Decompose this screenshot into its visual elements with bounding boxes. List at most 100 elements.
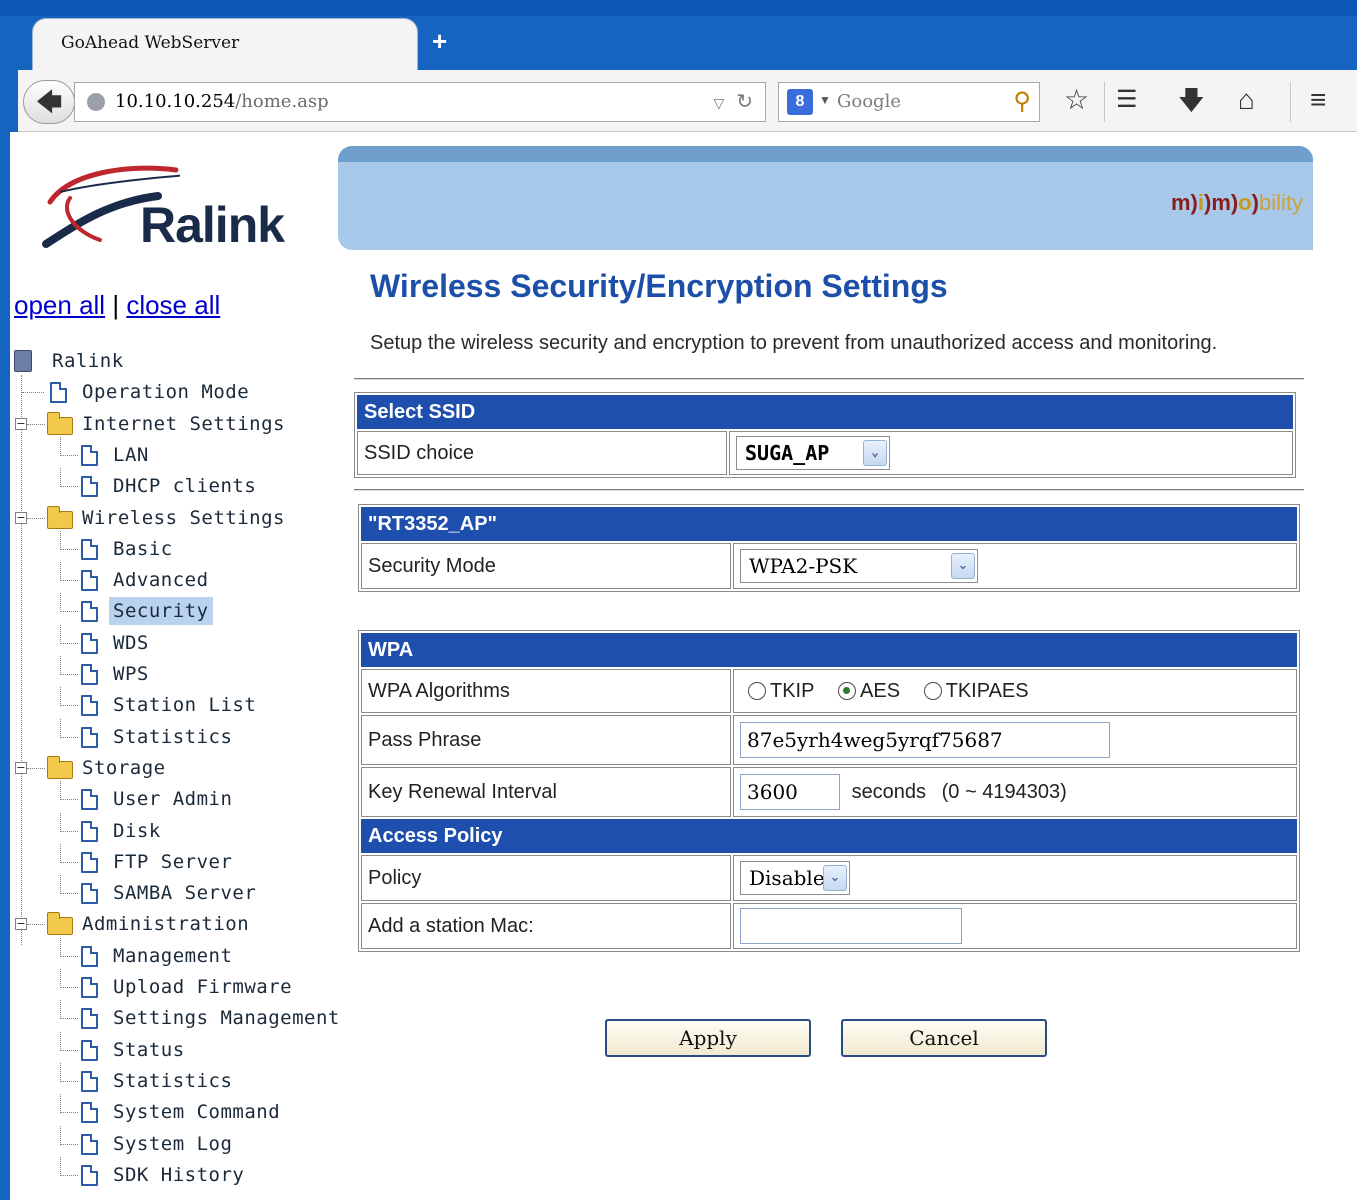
tree-folder-administration[interactable]: − Administration: [14, 910, 344, 938]
tree-folder-storage[interactable]: − Storage: [14, 754, 344, 782]
tree-connector: [60, 1049, 78, 1051]
tree-item-label[interactable]: WDS: [109, 629, 153, 657]
search-engine-icon[interactable]: 8: [787, 89, 813, 115]
tree-item-label[interactable]: Upload Firmware: [109, 973, 296, 1001]
page-icon: [81, 820, 98, 842]
tree-folder-wireless-settings[interactable]: − Wireless Settings: [14, 504, 344, 532]
tree-item-system-command[interactable]: System Command: [14, 1094, 344, 1126]
tree-item-security[interactable]: Security: [14, 593, 344, 626]
tree-item-ftp-server[interactable]: FTP Server: [14, 843, 344, 876]
key-renewal-input[interactable]: 3600: [740, 774, 840, 810]
policy-label: Policy: [361, 855, 731, 901]
tree-item-label[interactable]: Status: [109, 1036, 189, 1064]
tree-item-label[interactable]: DHCP clients: [109, 472, 260, 500]
tree-item-label[interactable]: Statistics: [109, 723, 236, 751]
tree-item-statistics[interactable]: Statistics: [14, 1062, 344, 1095]
computer-icon: [14, 350, 32, 372]
tree-item-label[interactable]: SDK History: [109, 1161, 248, 1189]
tree-connector: [60, 1156, 61, 1176]
tree-folder-internet-settings[interactable]: − Internet Settings: [14, 410, 344, 438]
policy-select[interactable]: Disable ⌄: [740, 861, 850, 895]
back-arrow-icon[interactable]: 🡄: [23, 80, 75, 124]
add-mac-input[interactable]: [740, 908, 962, 944]
tree-item-user-admin[interactable]: User Admin: [14, 781, 344, 813]
cancel-button[interactable]: Cancel: [841, 1019, 1047, 1057]
reload-icon[interactable]: ↻: [736, 91, 753, 113]
tree-item-label[interactable]: Management: [109, 942, 236, 970]
tree-item-label[interactable]: Station List: [109, 691, 260, 719]
tree-item-label[interactable]: WPS: [109, 660, 153, 688]
collapse-toggle-icon[interactable]: −: [15, 511, 27, 524]
security-mode-label: Security Mode: [361, 543, 731, 589]
hamburger-menu-icon[interactable]: ≡: [1310, 84, 1326, 116]
browser-tab[interactable]: GoAhead WebServer: [32, 18, 418, 70]
search-engine-caret-icon[interactable]: ▼: [819, 93, 831, 107]
tree-item-label[interactable]: Basic: [109, 535, 177, 563]
tree-connector: [60, 843, 61, 863]
new-tab-button[interactable]: +: [432, 28, 447, 54]
tree-item-settings-management[interactable]: Settings Management: [14, 1000, 344, 1032]
tree-item-label[interactable]: Settings Management: [109, 1004, 344, 1032]
tree-item-management[interactable]: Management: [14, 937, 344, 970]
tree-item-label[interactable]: Security: [109, 597, 213, 626]
tree-item-label[interactable]: System Log: [109, 1130, 236, 1158]
tree-item-system-log[interactable]: System Log: [14, 1125, 344, 1158]
radio-aes[interactable]: [838, 682, 857, 701]
tree-item-label[interactable]: Storage: [78, 754, 170, 782]
open-all-link[interactable]: open all: [14, 290, 105, 320]
radio-tkip[interactable]: [748, 682, 766, 701]
tree-item-label[interactable]: Ralink: [48, 347, 128, 375]
tree-connector: [60, 624, 61, 644]
tree-item-label[interactable]: Statistics: [109, 1067, 236, 1095]
tree-item-wds[interactable]: WDS: [14, 624, 344, 657]
collapse-toggle-icon[interactable]: −: [15, 417, 27, 430]
tree-item-statistics[interactable]: Statistics: [14, 718, 344, 751]
close-all-link[interactable]: close all: [126, 290, 220, 320]
reading-list-icon[interactable]: ☰: [1116, 84, 1138, 116]
search-bar[interactable]: 8 ▼ Google ⚲: [778, 82, 1040, 122]
collapse-toggle-icon[interactable]: −: [15, 918, 27, 931]
collapse-toggle-icon[interactable]: −: [15, 761, 27, 774]
tree-item-label[interactable]: Administration: [78, 910, 253, 938]
tree-item-upload-firmware[interactable]: Upload Firmware: [14, 969, 344, 1001]
tree-item-station-list[interactable]: Station List: [14, 687, 344, 719]
tree-item-label[interactable]: Internet Settings: [78, 410, 289, 438]
tree-item-label[interactable]: LAN: [109, 441, 153, 469]
tree-item-label[interactable]: Advanced: [109, 566, 213, 594]
chevron-down-icon[interactable]: ⌄: [823, 865, 847, 891]
security-mode-select[interactable]: WPA2-PSK ⌄: [740, 549, 978, 583]
tree-connector: [60, 548, 78, 550]
address-bar[interactable]: 10.10.10.254/home.asp ▽ ↻: [74, 82, 766, 122]
apply-button[interactable]: Apply: [605, 1019, 811, 1057]
tree-item-label[interactable]: FTP Server: [109, 848, 236, 876]
tree-item-label[interactable]: Operation Mode: [78, 378, 253, 406]
search-magnifier-icon[interactable]: ⚲: [1013, 87, 1031, 116]
tree-item-basic[interactable]: Basic: [14, 530, 344, 563]
star-icon[interactable]: ☆: [1064, 84, 1089, 116]
tree-connector: [27, 517, 45, 519]
tree-item-advanced[interactable]: Advanced: [14, 562, 344, 594]
chevron-down-icon[interactable]: ⌄: [951, 553, 975, 579]
tree-item-samba-server[interactable]: SAMBA Server: [14, 875, 344, 907]
radio-tkipaes[interactable]: [923, 682, 942, 701]
tree-item-label[interactable]: SAMBA Server: [109, 879, 260, 907]
chevron-down-icon[interactable]: ⌄: [863, 440, 887, 466]
tree-item-dhcp-clients[interactable]: DHCP clients: [14, 468, 344, 500]
home-icon[interactable]: ⌂: [1238, 84, 1255, 116]
pass-phrase-input[interactable]: 87e5yrh4weg5yrqf75687: [740, 722, 1110, 758]
tree-item-label[interactable]: System Command: [109, 1098, 284, 1126]
download-arrow-icon[interactable]: 🡇: [1178, 84, 1205, 116]
tree-item-lan[interactable]: LAN: [14, 436, 344, 469]
tree-item-sdk-history[interactable]: SDK History: [14, 1156, 344, 1189]
tree-item-label[interactable]: User Admin: [109, 785, 236, 813]
tree-root-ralink[interactable]: Ralink: [14, 347, 344, 375]
tree-connector: [60, 562, 61, 582]
tree-item-label[interactable]: Wireless Settings: [78, 504, 289, 532]
ssid-choice-select[interactable]: SUGA_AP ⌄: [736, 436, 890, 470]
tree-item-wps[interactable]: WPS: [14, 656, 344, 688]
tree-item-operation-mode[interactable]: Operation Mode: [14, 378, 344, 406]
tree-item-status[interactable]: Status: [14, 1031, 344, 1064]
dropdown-caret-icon[interactable]: ▽: [713, 95, 724, 111]
tree-item-label[interactable]: Disk: [109, 817, 165, 845]
tree-item-disk[interactable]: Disk: [14, 812, 344, 845]
